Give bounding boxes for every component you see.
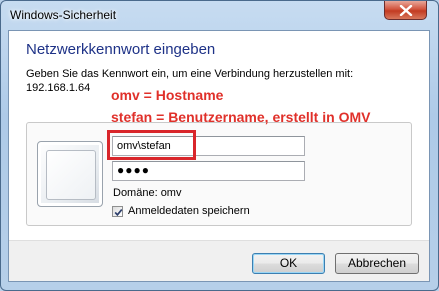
checkmark-icon: [114, 208, 123, 216]
domain-label: Domäne: omv: [113, 187, 182, 199]
title-bar[interactable]: Windows-Sicherheit: [1, 1, 438, 29]
password-field[interactable]: ●●●●: [112, 161, 305, 181]
dialog-client-area: Netzwerkkennwort eingeben Geben Sie das …: [8, 30, 430, 282]
dialog-window: Windows-Sicherheit Netzwerkkennwort eing…: [0, 0, 439, 291]
dialog-heading: Netzwerkkennwort eingeben: [26, 41, 216, 58]
username-highlight-box: [107, 130, 196, 160]
user-tile-icon: [37, 141, 103, 207]
close-button[interactable]: [384, 1, 427, 20]
remember-credentials-option[interactable]: Anmeldedaten speichern: [112, 205, 250, 217]
password-mask: ●●●●: [117, 163, 150, 177]
annotation-hostname: omv = Hostname: [111, 87, 224, 103]
target-address: 192.168.1.64: [26, 82, 91, 94]
cancel-button[interactable]: Abbrechen: [335, 253, 419, 274]
window-title: Windows-Sicherheit: [10, 8, 117, 22]
annotation-username: stefan = Benutzername, erstellt in OMV: [111, 109, 371, 125]
close-icon: [399, 5, 413, 16]
ok-button[interactable]: OK: [252, 253, 325, 274]
remember-checkbox[interactable]: [112, 205, 123, 217]
remember-label: Anmeldedaten speichern: [128, 205, 250, 218]
dialog-description: Geben Sie das Kennwort ein, um eine Verb…: [26, 68, 354, 80]
